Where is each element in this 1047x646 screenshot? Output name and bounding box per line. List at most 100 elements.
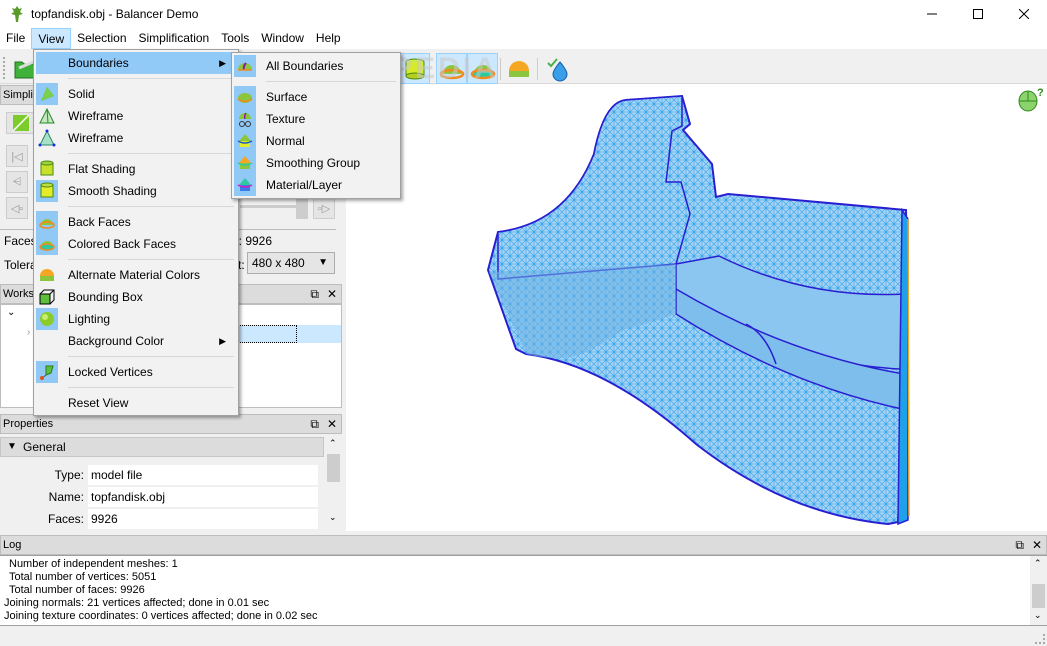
mesh-render[interactable] [346, 84, 1047, 531]
close-icon[interactable]: ✕ [327, 285, 337, 303]
menu-item-smooth-shading[interactable]: Smooth Shading [36, 180, 236, 202]
close-button[interactable] [1001, 0, 1047, 28]
menu-file[interactable]: File [0, 28, 31, 49]
resize-grip[interactable] [1035, 634, 1045, 644]
minimize-button[interactable] [909, 0, 955, 28]
smooth-cylinder-icon [40, 182, 54, 198]
menu-item-surface[interactable]: Surface [234, 86, 398, 108]
menu-item-reset-view[interactable]: Reset View [36, 392, 236, 414]
properties-scrollbar[interactable]: ⌃ ⌄ [325, 436, 342, 528]
back-faces-button[interactable] [436, 53, 467, 84]
log-line: Total number of faces: 9926 [9, 584, 145, 596]
toolbar-grip[interactable] [3, 57, 6, 79]
view-menu: Boundaries ▶ Solid Wireframe Wireframe Fl… [33, 49, 239, 416]
alternate-material-button[interactable] [503, 53, 534, 84]
log-line: Total number of vertices: 5051 [9, 571, 157, 583]
bounding-box-icon [39, 289, 55, 305]
all-boundaries-icon [238, 62, 252, 71]
scroll-thumb[interactable] [327, 454, 340, 482]
slider-handle[interactable] [296, 197, 308, 219]
scroll-up-icon[interactable]: ⌃ [329, 438, 337, 449]
menu-item-solid[interactable]: Solid [36, 83, 236, 105]
total-faces-value: l: 9926 [236, 234, 273, 248]
menu-item-wireframe[interactable]: Wireframe [36, 105, 236, 127]
scroll-down-icon[interactable]: ⌄ [329, 512, 337, 523]
menu-window[interactable]: Window [255, 28, 310, 49]
wireframe-vertices-icon [38, 129, 56, 147]
first-step-button[interactable]: |◁ [6, 145, 28, 167]
menu-separator [68, 259, 234, 260]
menu-item-material-layer[interactable]: Material/Layer [234, 174, 398, 196]
log-dock-title: Log ⧉ ✕ [0, 535, 1047, 555]
property-row: Type: model file [0, 465, 320, 485]
menu-item-wireframe-vertices[interactable]: Wireframe [36, 127, 236, 149]
menu-item-locked-vertices[interactable]: Locked Vertices [36, 361, 236, 383]
material-dome-icon [40, 269, 54, 281]
triangle-down-icon: ▼ [7, 441, 17, 452]
colored-back-faces-icon [470, 64, 495, 79]
title-bar: topfandisk.obj - Balancer Demo [0, 0, 1047, 28]
funnel-icon: ⩤ [12, 175, 22, 188]
property-row: Name: topfandisk.obj [0, 487, 320, 507]
close-icon[interactable]: ✕ [1032, 536, 1042, 554]
colored-back-faces-icon [39, 241, 55, 251]
resolution-select[interactable]: 480 x 480 ▼ [247, 252, 335, 274]
smooth-shading-button[interactable] [399, 53, 430, 84]
menu-view[interactable]: View [31, 28, 72, 49]
window-title: topfandisk.obj - Balancer Demo [31, 7, 199, 21]
menu-item-all-boundaries[interactable]: All Boundaries [234, 55, 398, 77]
expand-icon[interactable]: ⌄ [7, 307, 15, 318]
colored-back-faces-button[interactable] [467, 53, 498, 84]
menu-tools[interactable]: Tools [215, 28, 255, 49]
step-back-button[interactable]: ◁▫ [6, 197, 28, 219]
submenu-arrow-icon: ▶ [219, 58, 226, 68]
menu-item-alternate-material-colors[interactable]: Alternate Material Colors [36, 264, 236, 286]
menu-separator [68, 78, 234, 79]
menu-item-flat-shading[interactable]: Flat Shading [36, 158, 236, 180]
texture-boundary-icon [239, 112, 251, 127]
simplify-button[interactable] [6, 112, 36, 134]
tolerance-label: Tolera [4, 258, 37, 272]
menu-selection[interactable]: Selection [71, 28, 132, 49]
reduce-button[interactable]: ⩤ [6, 171, 28, 193]
log-output: Number of independent meshes: 1 Total nu… [0, 555, 1047, 626]
menu-item-bounding-box[interactable]: Bounding Box [36, 286, 236, 308]
menu-help[interactable]: Help [310, 28, 347, 49]
toolbar-separator [537, 58, 538, 80]
float-icon[interactable]: ⧉ [310, 415, 319, 433]
float-icon[interactable]: ⧉ [1015, 536, 1024, 554]
menu-item-smoothing-group[interactable]: Smoothing Group [234, 152, 398, 174]
menu-item-texture[interactable]: Texture [234, 108, 398, 130]
skip-back-icon: |◁ [11, 150, 23, 163]
menu-item-background-color[interactable]: Background Color ▶ [36, 330, 236, 352]
3d-viewport[interactable]: ? [346, 84, 1047, 531]
menu-item-boundaries[interactable]: Boundaries ▶ [36, 52, 236, 74]
focus-rect [237, 325, 297, 343]
collapse-icon[interactable]: › [27, 327, 30, 338]
property-group-general[interactable]: ▼ General [0, 437, 324, 457]
app-icon [11, 6, 23, 22]
menu-item-colored-back-faces[interactable]: Colored Back Faces [36, 233, 236, 255]
menu-item-lighting[interactable]: Lighting [36, 308, 236, 330]
properties-dock-title: Properties ⧉ ✕ [0, 414, 342, 434]
menu-separator [266, 81, 396, 82]
menu-simplification[interactable]: Simplification [133, 28, 216, 49]
scroll-up-icon[interactable]: ⌃ [1034, 558, 1042, 569]
menu-item-normal[interactable]: Normal [234, 130, 398, 152]
close-icon[interactable]: ✕ [327, 415, 337, 433]
maximize-button[interactable] [955, 0, 1001, 28]
mouse-help-icon[interactable]: ? [1017, 86, 1045, 112]
scroll-down-icon[interactable]: ⌄ [1034, 610, 1042, 621]
menu-separator [68, 206, 234, 207]
scroll-thumb[interactable] [1032, 584, 1045, 608]
pin-icon [40, 365, 54, 380]
menu-separator [68, 153, 234, 154]
property-row: Faces: 9926 [0, 509, 320, 529]
float-icon[interactable]: ⧉ [310, 285, 319, 303]
simplification-slider[interactable] [240, 205, 300, 208]
locked-vertices-button[interactable] [541, 53, 572, 84]
log-scrollbar[interactable]: ⌃ ⌄ [1030, 556, 1047, 625]
menu-item-back-faces[interactable]: Back Faces [36, 211, 236, 233]
simplify-icon [13, 115, 29, 131]
step-forward-button[interactable]: ▫▷ [313, 197, 335, 219]
